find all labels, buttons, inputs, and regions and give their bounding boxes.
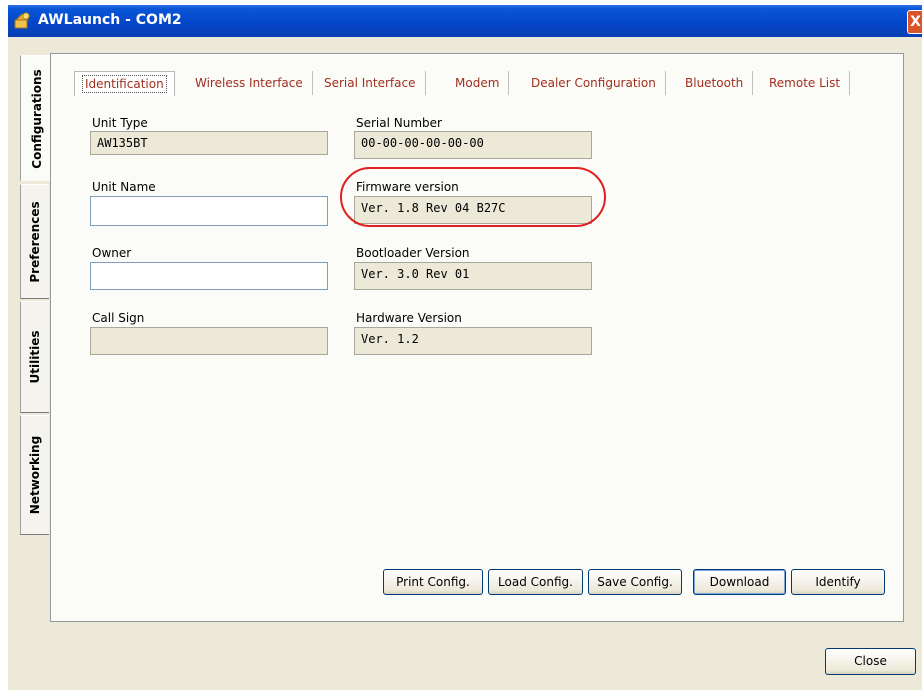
side-tab-label: Networking: [28, 435, 42, 515]
tab-label: Wireless Interface: [195, 76, 303, 90]
bootloader-version-field: Ver. 3.0 Rev 01: [354, 262, 592, 290]
close-button[interactable]: Close: [825, 648, 916, 675]
unit-name-input[interactable]: [90, 196, 328, 226]
tab-label: Modem: [455, 76, 500, 90]
identify-button[interactable]: Identify: [791, 569, 885, 595]
download-button[interactable]: Download: [693, 569, 786, 595]
tab-label: Serial Interface: [324, 76, 416, 90]
call-sign-label: Call Sign: [92, 311, 145, 325]
side-tab-utilities[interactable]: Utilities: [20, 301, 49, 413]
serial-number-label: Serial Number: [356, 116, 442, 130]
side-tab-label: Utilities: [28, 330, 42, 384]
tab-label: Dealer Configuration: [531, 76, 656, 90]
owner-label: Owner: [92, 246, 132, 260]
firmware-highlight-circle: [340, 167, 606, 227]
app-icon: [14, 12, 30, 29]
bootloader-version-label: Bootloader Version: [356, 246, 470, 260]
side-tab-strip: Configurations Preferences Utilities Net…: [20, 55, 52, 545]
tab-wireless-interface[interactable]: Wireless Interface: [186, 71, 313, 95]
tab-bluetooth[interactable]: Bluetooth: [676, 71, 754, 95]
print-config-button[interactable]: Print Config.: [383, 569, 483, 595]
side-tab-label: Preferences: [28, 200, 42, 283]
tab-label: Bluetooth: [685, 76, 744, 90]
window-title: AWLaunch - COM2: [38, 12, 182, 28]
side-tab-networking[interactable]: Networking: [20, 415, 49, 535]
save-config-button[interactable]: Save Config.: [588, 569, 682, 595]
tab-identification[interactable]: Identification: [74, 71, 175, 96]
call-sign-field: [90, 327, 328, 355]
side-tab-label: Configurations: [29, 68, 44, 169]
tab-label: Identification: [82, 75, 167, 93]
tab-remote-list[interactable]: Remote List: [760, 71, 851, 95]
owner-input[interactable]: [90, 262, 328, 290]
hardware-version-field: Ver. 1.2: [354, 327, 592, 355]
tab-modem[interactable]: Modem: [446, 71, 510, 95]
tab-dealer-configuration[interactable]: Dealer Configuration: [522, 71, 666, 95]
unit-type-field: AW135BT: [90, 131, 328, 155]
serial-number-field: 00-00-00-00-00-00: [354, 131, 592, 159]
tab-label: Remote List: [769, 76, 841, 90]
side-tab-configurations[interactable]: Configurations: [20, 55, 52, 181]
title-bar[interactable]: AWLaunch - COM2 X: [8, 5, 922, 37]
tab-serial-interface[interactable]: Serial Interface: [315, 71, 426, 95]
unit-name-label: Unit Name: [92, 180, 156, 194]
close-window-icon[interactable]: X: [907, 10, 922, 34]
hardware-version-label: Hardware Version: [356, 311, 462, 325]
load-config-button[interactable]: Load Config.: [488, 569, 583, 595]
side-tab-preferences[interactable]: Preferences: [20, 184, 49, 299]
unit-type-label: Unit Type: [92, 116, 148, 130]
